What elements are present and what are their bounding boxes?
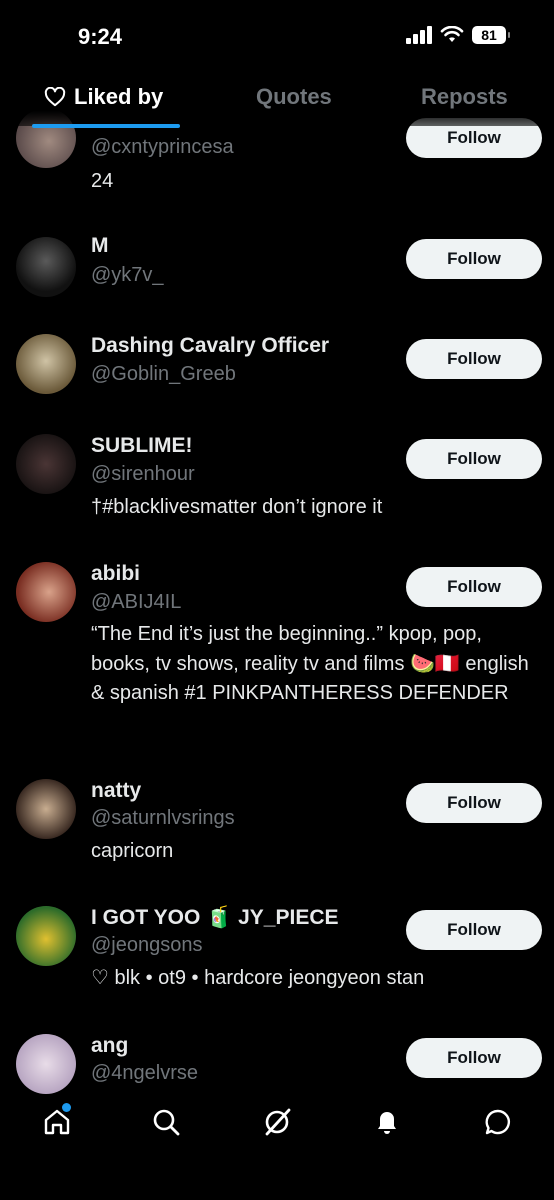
user-handle: @cxntyprincesa [91, 136, 234, 158]
tab-label: Reposts [421, 84, 508, 109]
grok-icon[interactable] [262, 1107, 292, 1137]
user-handle: @saturnlvsrings [91, 807, 235, 829]
user-bio: capricorn [91, 840, 174, 862]
user-bio: †#blacklivesmatter don’t ignore it [91, 496, 383, 518]
user-handle: @sirenhour [91, 463, 195, 485]
follow-button[interactable]: Follow [406, 339, 542, 379]
user-display-name: I GOT YOO 🧃 JY_PIECE [91, 906, 339, 929]
avatar[interactable] [16, 562, 76, 622]
user-display-name: abibi [91, 562, 141, 585]
notification-dot [62, 1103, 71, 1112]
tab-reposts[interactable]: Reposts [421, 84, 508, 110]
avatar[interactable] [16, 434, 76, 494]
status-time: 9:24 [78, 24, 123, 49]
follow-button[interactable]: Follow [406, 439, 542, 479]
user-handle: @Goblin_Greeb [91, 363, 236, 385]
avatar[interactable] [16, 1034, 76, 1094]
signal-icon [406, 26, 432, 44]
tab-liked-by[interactable]: Liked by [44, 84, 163, 110]
avatar[interactable] [16, 779, 76, 839]
user-bio: “The End it’s just the beginning..” kpop… [91, 623, 529, 704]
status-bar: 9:24 81 [0, 0, 554, 70]
follow-button[interactable]: Follow [406, 1038, 542, 1078]
tab-label: Quotes [256, 84, 332, 109]
bell-icon[interactable] [372, 1107, 402, 1137]
bottom-nav [0, 1095, 554, 1200]
likes-tabs: Liked by Quotes Reposts [0, 70, 554, 128]
user-bio: 24 [91, 170, 114, 192]
active-tab-indicator [32, 124, 180, 128]
user-display-name: Dashing Cavalry Officer [91, 334, 330, 357]
liked-by-list[interactable]: @cxntyprincesa 24 Follow M @yk7v_ Follow… [0, 0, 554, 1095]
chat-bubble-icon[interactable] [483, 1107, 513, 1137]
avatar[interactable] [16, 237, 76, 297]
user-handle: @4ngelvrse [91, 1062, 199, 1084]
user-display-name: M [91, 234, 109, 257]
user-display-name: natty [91, 779, 142, 802]
follow-button[interactable]: Follow [406, 567, 542, 607]
user-handle: @ABIJ4IL [91, 591, 182, 613]
search-icon[interactable] [151, 1107, 181, 1137]
avatar[interactable] [16, 906, 76, 966]
follow-button[interactable]: Follow [406, 783, 542, 823]
user-handle: @jeongsons [91, 934, 203, 956]
avatar[interactable] [16, 334, 76, 394]
tab-quotes[interactable]: Quotes [256, 84, 332, 110]
wifi-icon [440, 26, 464, 42]
tab-label: Liked by [74, 84, 164, 109]
follow-button[interactable]: Follow [406, 910, 542, 950]
user-display-name: SUBLIME! [91, 434, 193, 457]
user-bio: ♡ blk • ot9 • hardcore jeongyeon stan [91, 967, 425, 989]
user-display-name: ang [91, 1034, 129, 1057]
user-handle: @yk7v_ [91, 264, 164, 286]
follow-button[interactable]: Follow [406, 239, 542, 279]
heart-outline-icon [44, 87, 66, 107]
battery-icon: 81 [472, 26, 510, 44]
system-icons: 81 [406, 26, 510, 44]
